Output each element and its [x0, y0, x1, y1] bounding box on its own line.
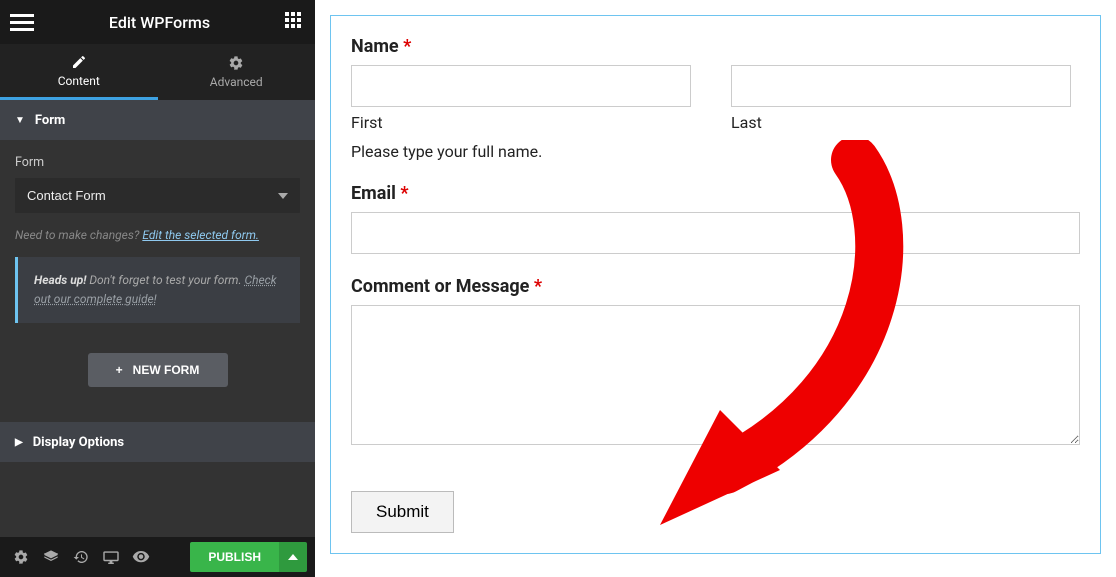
name-label: Name * — [351, 36, 1080, 57]
tab-advanced[interactable]: Advanced — [158, 44, 316, 100]
name-description: Please type your full name. — [351, 142, 1080, 161]
panel-display-title: Display Options — [33, 435, 124, 450]
caret-up-icon — [288, 554, 298, 560]
navigator-icon[interactable] — [38, 544, 64, 570]
form-select[interactable]: Contact Form — [15, 178, 300, 213]
publish-dropdown-button[interactable] — [279, 542, 307, 572]
pencil-icon — [71, 54, 87, 70]
first-sublabel: First — [351, 113, 691, 132]
edit-form-hint: Need to make changes? Edit the selected … — [15, 228, 300, 242]
alert-text: Don't forget to test your form. — [86, 273, 244, 287]
settings-icon[interactable] — [8, 544, 34, 570]
new-form-label: NEW FORM — [133, 363, 200, 377]
comment-label: Comment or Message * — [351, 276, 1080, 297]
responsive-icon[interactable] — [98, 544, 124, 570]
caret-down-icon: ▼ — [15, 115, 25, 126]
panel-form-title: Form — [35, 113, 65, 128]
last-name-input[interactable] — [731, 65, 1071, 107]
sidebar-tabs: Content Advanced — [0, 44, 315, 100]
tab-content[interactable]: Content — [0, 44, 158, 100]
caret-right-icon: ▶ — [15, 437, 23, 448]
sidebar-footer: PUBLISH — [0, 537, 315, 577]
edit-form-link[interactable]: Edit the selected form. — [142, 228, 259, 242]
submit-button[interactable]: Submit — [351, 491, 454, 533]
hint-text: Need to make changes? — [15, 228, 142, 242]
panel-form-body: Form Contact Form Need to make changes? … — [0, 140, 315, 422]
plus-icon: + — [116, 363, 123, 377]
tab-advanced-label: Advanced — [210, 75, 263, 89]
comment-field-group: Comment or Message * — [351, 276, 1080, 449]
publish-button[interactable]: PUBLISH — [190, 542, 279, 572]
email-label: Email * — [351, 183, 1080, 204]
heads-up-alert: Heads up! Don't forget to test your form… — [15, 257, 300, 323]
email-field-group: Email * — [351, 183, 1080, 254]
elementor-sidebar: Edit WPForms Content Advanced ▼ Form For… — [0, 0, 315, 577]
form-preview[interactable]: Name * First Last Please type your full … — [330, 15, 1101, 554]
sidebar-header: Edit WPForms — [0, 0, 315, 44]
widgets-grid-icon[interactable] — [285, 12, 305, 32]
form-select-wrap: Contact Form — [15, 178, 300, 213]
tab-content-label: Content — [58, 74, 100, 88]
new-form-button[interactable]: + NEW FORM — [88, 353, 228, 387]
first-name-input[interactable] — [351, 65, 691, 107]
form-select-label: Form — [15, 155, 300, 170]
alert-bold: Heads up! — [34, 273, 86, 287]
publish-wrap: PUBLISH — [190, 542, 307, 572]
panel-form-header[interactable]: ▼ Form — [0, 100, 315, 140]
preview-icon[interactable] — [128, 544, 154, 570]
sidebar-title: Edit WPForms — [34, 13, 285, 32]
history-icon[interactable] — [68, 544, 94, 570]
panel-display-header[interactable]: ▶ Display Options — [0, 422, 315, 462]
gear-icon — [228, 55, 244, 71]
preview-main: Name * First Last Please type your full … — [315, 0, 1116, 577]
comment-textarea[interactable] — [351, 305, 1080, 445]
name-field-group: Name * First Last Please type your full … — [351, 36, 1080, 161]
email-input[interactable] — [351, 212, 1080, 254]
last-sublabel: Last — [731, 113, 1071, 132]
menu-icon[interactable] — [10, 10, 34, 34]
